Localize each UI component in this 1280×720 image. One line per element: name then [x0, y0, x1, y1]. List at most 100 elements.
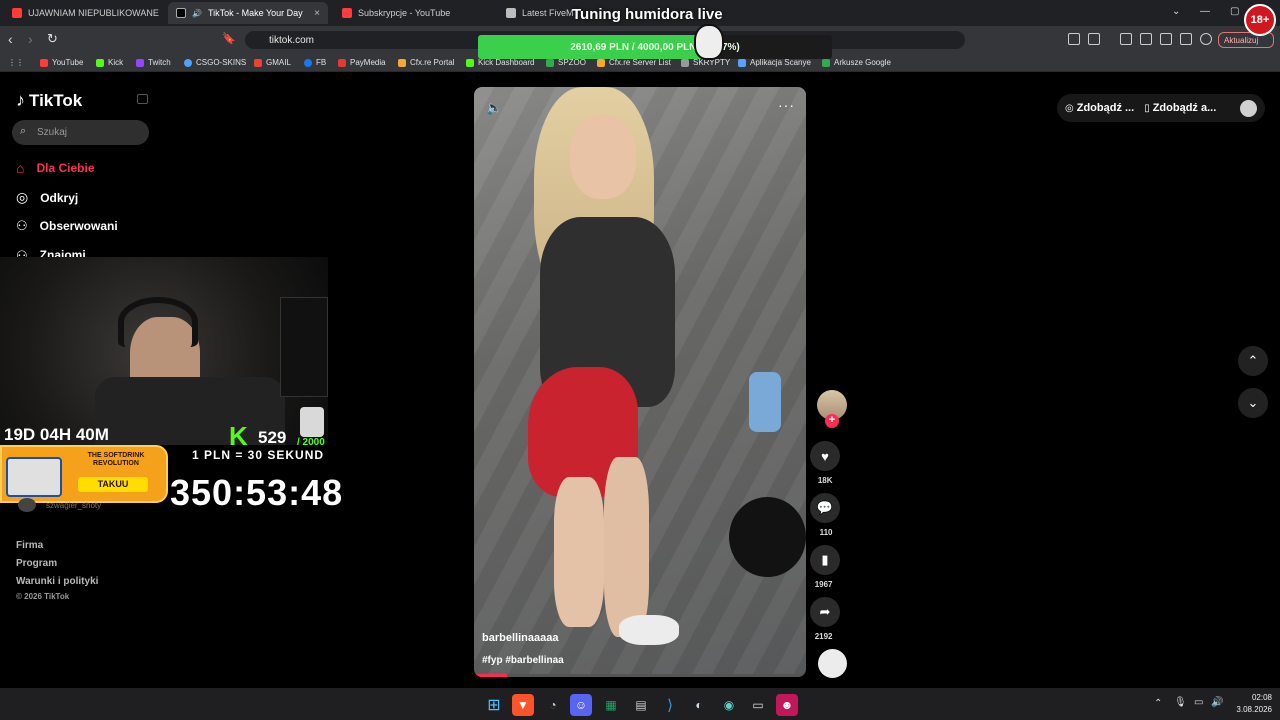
obs-icon[interactable]: ◔: [542, 694, 564, 716]
scanye-icon: [738, 58, 746, 67]
nav-following[interactable]: ⚇ Obserwowani: [16, 218, 118, 234]
bookmark-paymedia[interactable]: PayMedia: [338, 58, 386, 67]
bookmark-spzoo[interactable]: SPZOO: [546, 58, 586, 67]
app-mask-icon[interactable]: ▭: [747, 694, 769, 716]
leo-icon[interactable]: [1180, 33, 1192, 45]
search-input[interactable]: ⌕ Szukaj: [12, 120, 149, 145]
excel-icon[interactable]: ▦: [600, 694, 622, 716]
bookmark-label: Kick Dashboard: [478, 58, 535, 67]
microphone-icon[interactable]: 🎙: [1174, 697, 1187, 708]
footer-company[interactable]: Firma: [16, 540, 43, 551]
bookmark-icon[interactable]: 🔖: [222, 32, 236, 46]
apps-icon[interactable]: ⋮⋮: [8, 58, 24, 67]
bookmark-save-icon[interactable]: ▮: [810, 545, 840, 575]
cup: [300, 407, 324, 437]
windows-start-icon[interactable]: ⊞: [483, 694, 505, 716]
bookmark-youtube[interactable]: YouTube: [40, 58, 83, 67]
reload-icon[interactable]: ↻: [47, 32, 58, 46]
video-progress-track[interactable]: [474, 674, 806, 677]
app-icon[interactable]: ▤: [630, 694, 652, 716]
back-icon[interactable]: ‹: [8, 32, 13, 46]
sponsor-ad: THE SOFTDRINK REVOLUTION TAKUU: [0, 445, 168, 503]
video-author[interactable]: barbellinaaaaa: [482, 632, 558, 644]
download-app-pill: ◎ Zdobądź ... ▯ Zdobądź a...: [1057, 94, 1265, 122]
extensions-icon[interactable]: [1068, 33, 1080, 45]
bookmark-kick[interactable]: Kick: [96, 58, 123, 67]
tray-chevron-icon[interactable]: ⌃: [1154, 698, 1162, 709]
following-username[interactable]: szwagier_shoty: [46, 501, 101, 510]
follow-plus-icon[interactable]: +: [825, 414, 839, 428]
donation-goal-text: 2610,69 PLN / 4000,00 PLN (65.27%): [570, 41, 740, 53]
tiktok-logo[interactable]: ♪ TikTok: [16, 90, 82, 111]
share-icon[interactable]: ➦: [810, 597, 840, 627]
bookmark-twitch[interactable]: Twitch: [136, 58, 171, 67]
music-disc-icon[interactable]: [818, 649, 847, 678]
heart-icon[interactable]: ♥: [810, 441, 840, 471]
volume-tray-icon[interactable]: 🔊: [1211, 697, 1223, 708]
get-coins-button[interactable]: ◎ Zdobądź ...: [1065, 102, 1134, 114]
leg-left: [554, 477, 604, 627]
tab-youtube-video[interactable]: UJAWNIAM NIEPUBLIKOWANE NAGR: [4, 2, 162, 24]
video-player[interactable]: 🔈 ··· barbellinaaaaa #fyp #barbellinaa: [474, 87, 806, 677]
cfx-icon: [597, 58, 605, 67]
forward-icon[interactable]: ›: [28, 32, 33, 46]
video-caption[interactable]: #fyp #barbellinaa: [482, 655, 564, 666]
footer-program[interactable]: Program: [16, 558, 57, 569]
tab-fivem[interactable]: Latest FiveM Re: [498, 2, 578, 24]
vpn-icon[interactable]: [1200, 33, 1212, 45]
wallet-icon[interactable]: [1160, 33, 1172, 45]
app-globe-icon[interactable]: ◉: [718, 694, 740, 716]
app-mascot-icon[interactable]: ☻: [776, 694, 798, 716]
tab-tiktok[interactable]: 🔊 TikTok - Make Your Day ×: [168, 2, 328, 24]
monkey-mascot-icon: [694, 24, 724, 60]
collapse-sidebar-icon[interactable]: [137, 94, 148, 104]
bookmark-label: Aplikacja Scanye: [750, 58, 811, 67]
bookmark-csgo[interactable]: CSGO-SKINS: [184, 58, 246, 67]
volume-icon[interactable]: 🔈: [486, 100, 502, 116]
footer-terms[interactable]: Warunki i polityki: [16, 576, 98, 587]
close-tab-icon[interactable]: ×: [314, 8, 320, 19]
tab-search-icon[interactable]: ⌄: [1172, 6, 1180, 17]
get-app-button[interactable]: ▯ Zdobądź a...: [1144, 102, 1216, 114]
display-icon[interactable]: ▭: [1194, 697, 1203, 708]
nav-for-you[interactable]: ⌂ Dla Ciebie: [16, 160, 95, 176]
minimize-icon[interactable]: —: [1200, 6, 1210, 17]
bookmark-label: Kick: [108, 58, 124, 67]
following-avatar[interactable]: [18, 498, 36, 512]
bookmark-cfx-portal[interactable]: Cfx.re Portal: [398, 58, 454, 67]
cfx-icon: [398, 58, 406, 67]
music-icon[interactable]: [1120, 33, 1132, 45]
discord-icon[interactable]: ☺: [570, 694, 592, 716]
comment-icon[interactable]: 💬: [810, 493, 840, 523]
vscode-icon[interactable]: ⟩: [659, 694, 681, 716]
bookmark-sheets[interactable]: Arkusze Google: [822, 58, 891, 67]
bookmark-label: SPZOO: [558, 58, 587, 67]
bookmark-gmail[interactable]: GMAIL: [254, 58, 291, 67]
profile-avatar[interactable]: [1240, 99, 1257, 117]
search-placeholder: Szukaj: [37, 127, 68, 138]
bookmark-kick-dashboard[interactable]: Kick Dashboard: [466, 58, 534, 67]
clock-time[interactable]: 02:08: [1232, 693, 1272, 702]
bookmark-cfx-servers[interactable]: Cfx.re Server List: [597, 58, 671, 67]
clock-date[interactable]: 3.08.2026: [1226, 705, 1272, 714]
reader-icon[interactable]: [1088, 33, 1100, 45]
home-icon: ⌂: [16, 160, 25, 176]
donation-goal-bar: 2610,69 PLN / 4000,00 PLN (65.27%): [478, 35, 832, 59]
more-options-icon[interactable]: ···: [778, 97, 795, 113]
tab-youtube-subs[interactable]: Subskrypcje - YouTube: [334, 2, 492, 24]
brave-browser-icon[interactable]: ▼: [512, 694, 534, 716]
steam-icon[interactable]: ◐: [688, 694, 710, 716]
bookmark-scanye[interactable]: Aplikacja Scanye: [738, 58, 811, 67]
bookmark-label: FB: [316, 58, 327, 67]
next-video-button[interactable]: ⌄: [1238, 388, 1268, 418]
youtube-icon: [12, 8, 22, 18]
sidebar-icon[interactable]: [1140, 33, 1152, 45]
nav-friends[interactable]: ⚇ Znajomi: [16, 248, 86, 257]
bookmark-fb[interactable]: FB: [304, 58, 326, 67]
tab-label: TikTok - Make Your Day: [207, 8, 303, 18]
prev-video-button[interactable]: ⌃: [1238, 346, 1268, 376]
nav-explore[interactable]: ◎ Odkryj: [16, 189, 78, 206]
face: [570, 115, 636, 199]
maximize-icon[interactable]: ▢: [1230, 6, 1239, 17]
facebook-icon: [304, 58, 312, 67]
